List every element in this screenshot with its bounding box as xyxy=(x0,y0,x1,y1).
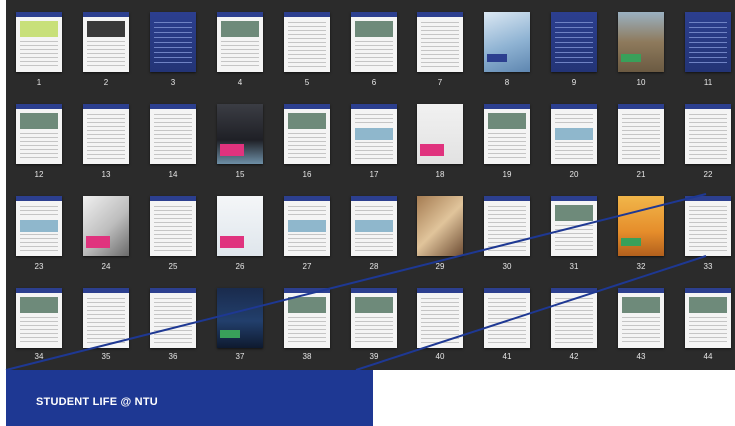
page-number-label: 28 xyxy=(369,262,379,271)
page-thumbnail-3[interactable] xyxy=(150,12,196,72)
page-thumbnail-28[interactable] xyxy=(351,196,397,256)
page-number-label: 36 xyxy=(168,352,178,361)
page-thumbnail-18[interactable] xyxy=(417,104,463,164)
page-number-label: 44 xyxy=(703,352,713,361)
page-number-label: 19 xyxy=(502,170,512,179)
page-number-label: 15 xyxy=(235,170,245,179)
page-number-label: 42 xyxy=(569,352,579,361)
page-number-label: 26 xyxy=(235,262,245,271)
page-thumbnail-26[interactable] xyxy=(217,196,263,256)
page-number-label: 41 xyxy=(502,352,512,361)
page-thumbnail-14[interactable] xyxy=(150,104,196,164)
page-thumbnail-16[interactable] xyxy=(284,104,330,164)
page-number-label: 22 xyxy=(703,170,713,179)
page-thumbnail-31[interactable] xyxy=(551,196,597,256)
page-number-label: 35 xyxy=(101,352,111,361)
page-number-label: 14 xyxy=(168,170,178,179)
page-thumbnail-27[interactable] xyxy=(284,196,330,256)
page-thumbnail-24[interactable] xyxy=(83,196,129,256)
page-thumbnail-39[interactable] xyxy=(351,288,397,348)
page-number-label: 23 xyxy=(34,262,44,271)
page-number-label: 3 xyxy=(170,78,176,87)
page-thumbnail-23[interactable] xyxy=(16,196,62,256)
page-number-label: 25 xyxy=(168,262,178,271)
page-number-label: 29 xyxy=(435,262,445,271)
page-number-label: 9 xyxy=(571,78,577,87)
section-banner: STUDENT LIFE @ NTU xyxy=(6,370,373,426)
page-thumbnail-21[interactable] xyxy=(618,104,664,164)
page-number-label: 12 xyxy=(34,170,44,179)
page-number-label: 6 xyxy=(371,78,377,87)
page-thumbnail-grid: 1 2 3 4 5 6 7 8 9 10 11 12 13 14 15 16 17 18 19 20 21 22 23 24 2… xyxy=(6,0,735,370)
page-number-label: 20 xyxy=(569,170,579,179)
page-thumbnail-12[interactable] xyxy=(16,104,62,164)
page-thumbnail-2[interactable] xyxy=(83,12,129,72)
page-thumbnail-41[interactable] xyxy=(484,288,530,348)
page-number-label: 7 xyxy=(437,78,443,87)
page-number-label: 18 xyxy=(435,170,445,179)
page-number-label: 16 xyxy=(302,170,312,179)
page-number-label: 34 xyxy=(34,352,44,361)
page-thumbnail-42[interactable] xyxy=(551,288,597,348)
page-number-label: 21 xyxy=(636,170,646,179)
page-thumbnail-35[interactable] xyxy=(83,288,129,348)
page-number-label: 1 xyxy=(36,78,42,87)
page-thumbnail-30[interactable] xyxy=(484,196,530,256)
page-thumbnail-10[interactable] xyxy=(618,12,664,72)
page-thumbnail-8[interactable] xyxy=(484,12,530,72)
page-number-label: 33 xyxy=(703,262,713,271)
page-thumbnail-36[interactable] xyxy=(150,288,196,348)
page-thumbnail-4[interactable] xyxy=(217,12,263,72)
page-number-label: 39 xyxy=(369,352,379,361)
page-thumbnail-22[interactable] xyxy=(685,104,731,164)
page-thumbnail-7[interactable] xyxy=(417,12,463,72)
page-number-label: 32 xyxy=(636,262,646,271)
page-number-label: 37 xyxy=(235,352,245,361)
page-thumbnail-37[interactable] xyxy=(217,288,263,348)
banner-title: STUDENT LIFE @ NTU xyxy=(36,396,158,408)
page-thumbnail-1[interactable] xyxy=(16,12,62,72)
page-thumbnail-43[interactable] xyxy=(618,288,664,348)
page-thumbnail-34[interactable] xyxy=(16,288,62,348)
page-number-label: 43 xyxy=(636,352,646,361)
page-number-label: 24 xyxy=(101,262,111,271)
page-thumbnail-19[interactable] xyxy=(484,104,530,164)
page-number-label: 17 xyxy=(369,170,379,179)
page-number-label: 27 xyxy=(302,262,312,271)
page-thumbnail-17[interactable] xyxy=(351,104,397,164)
page-thumbnail-40[interactable] xyxy=(417,288,463,348)
page-thumbnail-38[interactable] xyxy=(284,288,330,348)
page-number-label: 13 xyxy=(101,170,111,179)
page-number-label: 4 xyxy=(237,78,243,87)
page-number-label: 40 xyxy=(435,352,445,361)
page-thumbnail-32[interactable] xyxy=(618,196,664,256)
page-number-label: 10 xyxy=(636,78,646,87)
page-number-label: 31 xyxy=(569,262,579,271)
page-thumbnail-15[interactable] xyxy=(217,104,263,164)
page-number-label: 8 xyxy=(504,78,510,87)
page-thumbnail-25[interactable] xyxy=(150,196,196,256)
page-number-label: 2 xyxy=(103,78,109,87)
page-thumbnail-11[interactable] xyxy=(685,12,731,72)
page-thumbnail-20[interactable] xyxy=(551,104,597,164)
page-thumbnail-13[interactable] xyxy=(83,104,129,164)
page-thumbnail-44[interactable] xyxy=(685,288,731,348)
page-thumbnail-6[interactable] xyxy=(351,12,397,72)
page-thumbnail-33[interactable] xyxy=(685,196,731,256)
page-number-label: 30 xyxy=(502,262,512,271)
page-thumbnail-5[interactable] xyxy=(284,12,330,72)
page-number-label: 11 xyxy=(703,78,713,87)
page-thumbnail-29[interactable] xyxy=(417,196,463,256)
page-number-label: 5 xyxy=(304,78,310,87)
page-thumbnail-9[interactable] xyxy=(551,12,597,72)
page-number-label: 38 xyxy=(302,352,312,361)
